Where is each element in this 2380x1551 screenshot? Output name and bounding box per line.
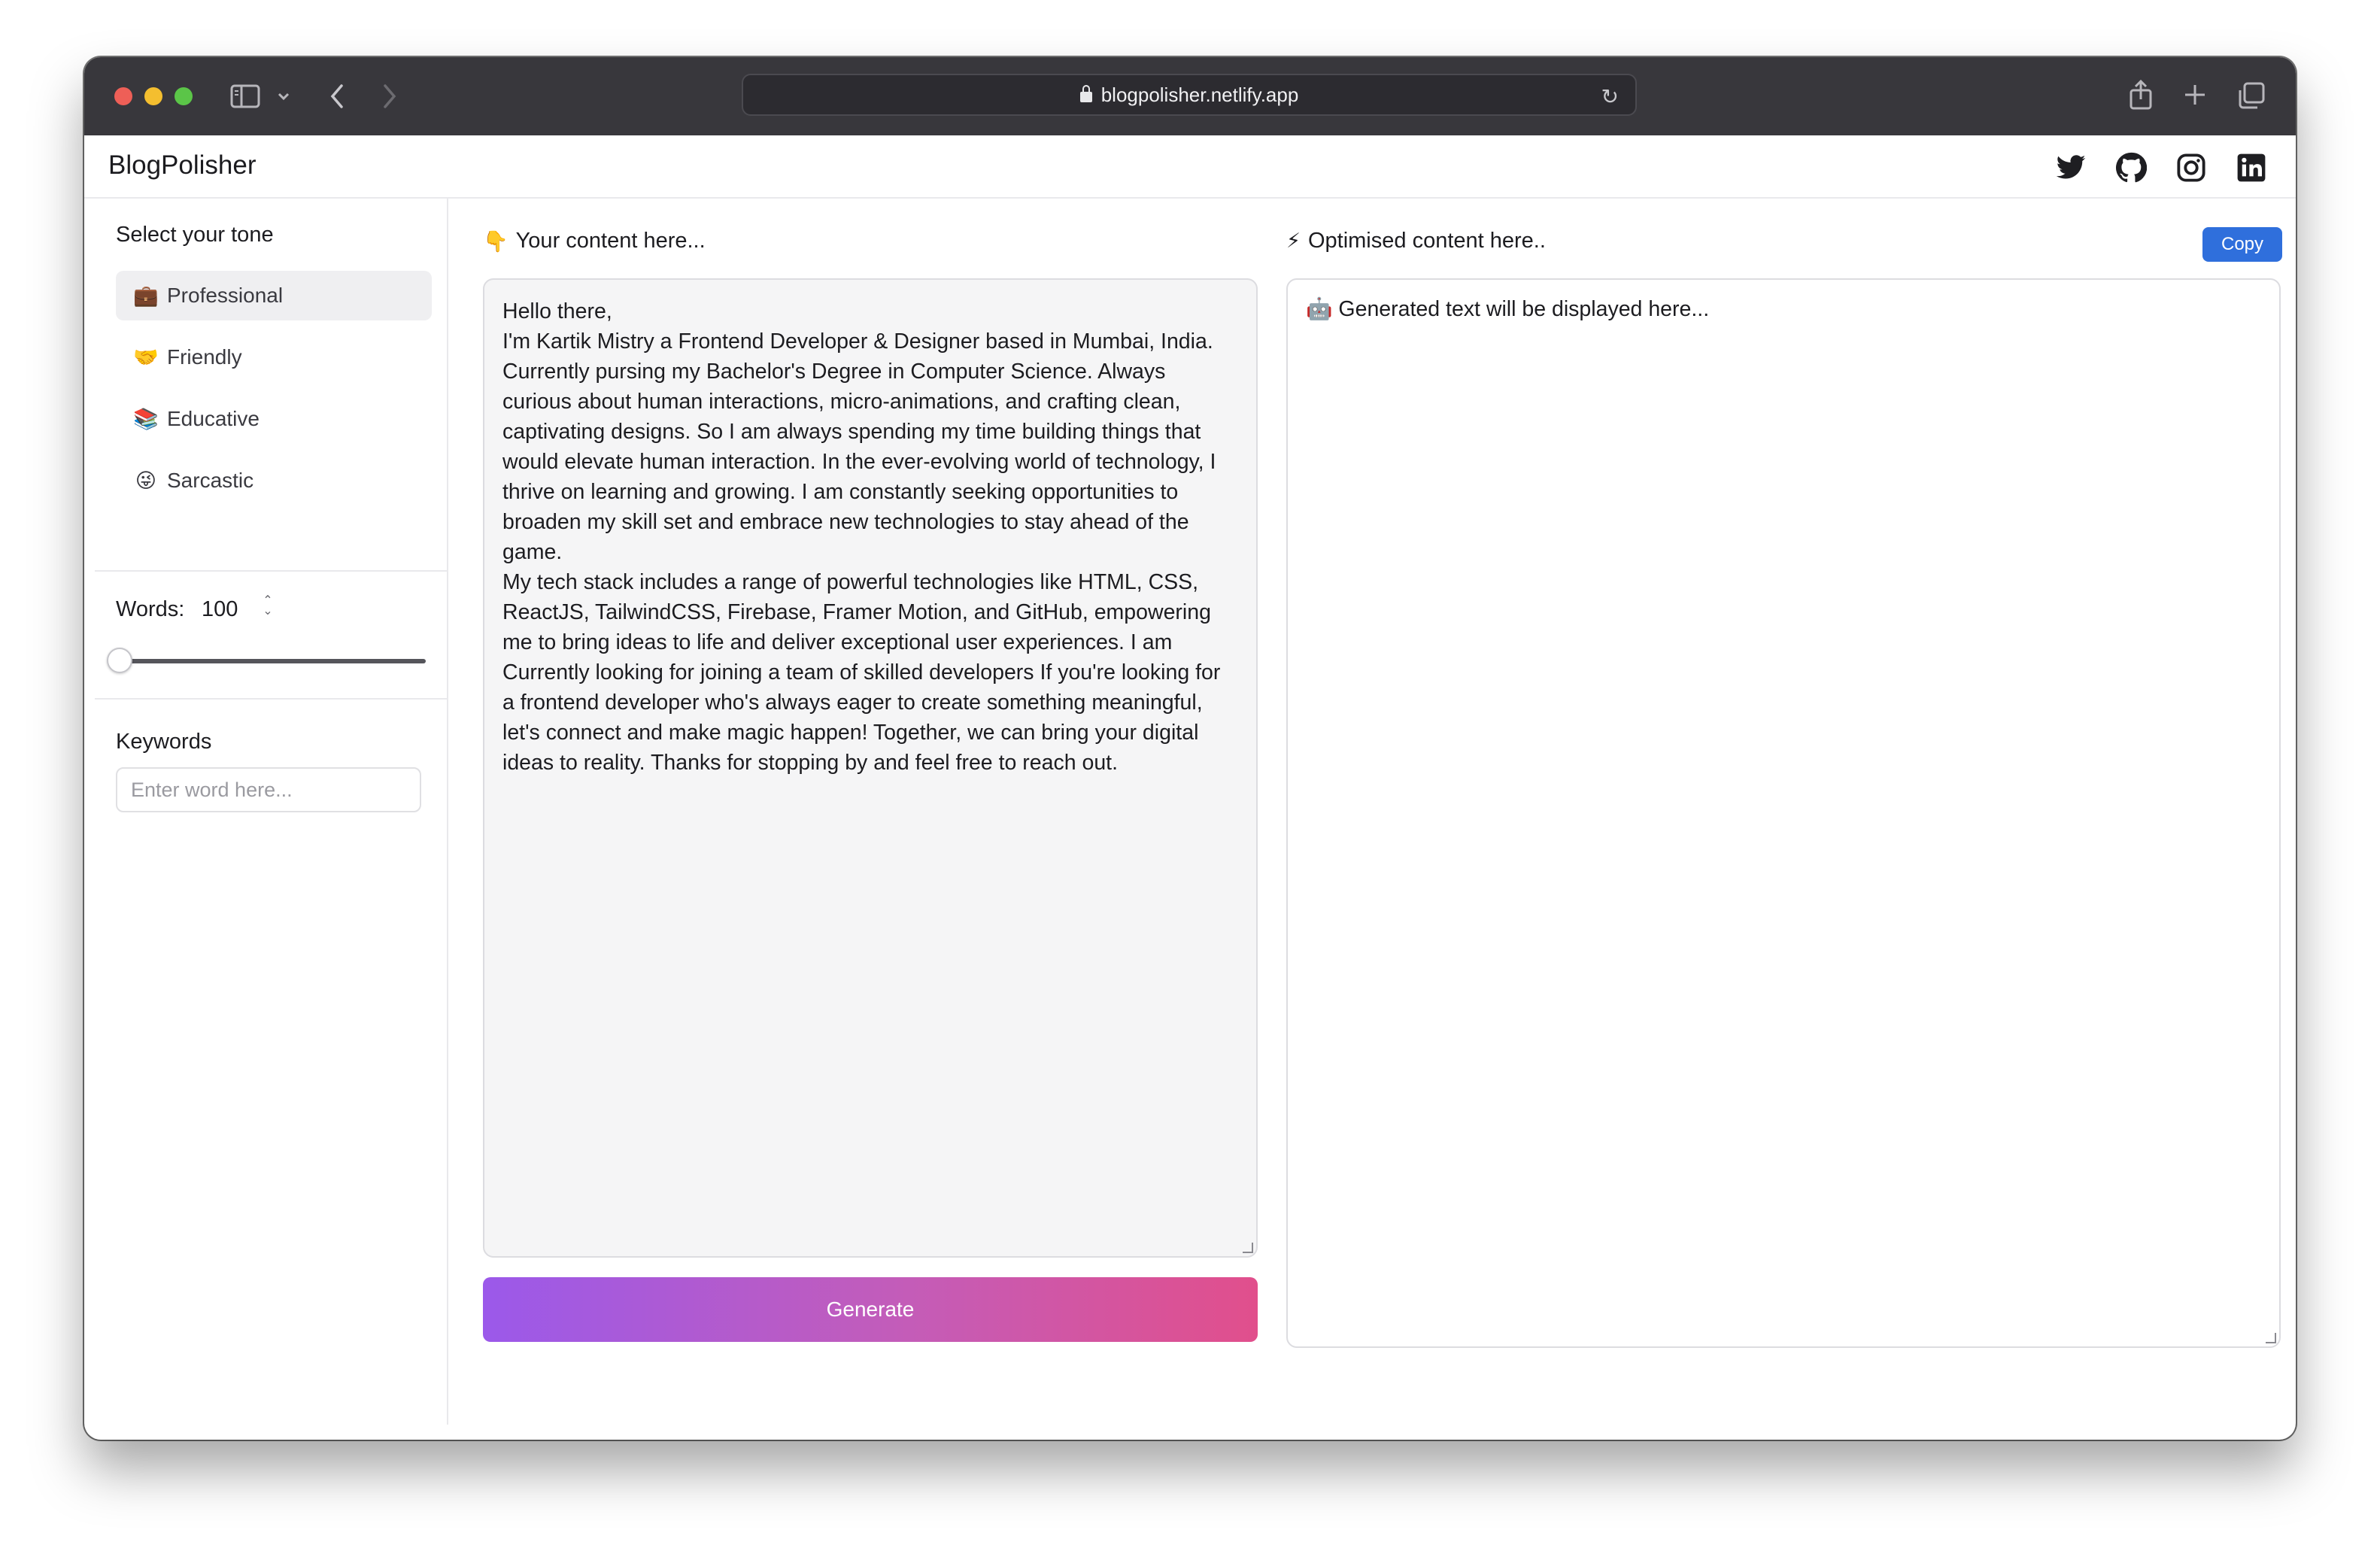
tab-overview-icon[interactable] — [2237, 81, 2266, 110]
divider — [95, 570, 448, 572]
share-icon[interactable] — [2127, 78, 2154, 111]
reload-icon[interactable]: ↻ — [1601, 84, 1619, 109]
address-bar[interactable]: blogpolisher.netlify.app ↻ — [742, 74, 1637, 116]
input-panel-title: Your content here... — [515, 229, 706, 253]
robot-icon: 🤖 — [1306, 297, 1333, 321]
lightning-icon: ⚡ — [1286, 229, 1301, 252]
output-panel-label: ⚡ Optimised content here.. — [1286, 229, 1546, 253]
tone-option-friendly[interactable]: 🤝 Friendly — [116, 332, 432, 382]
minimize-window-button[interactable] — [144, 87, 162, 105]
tone-option-professional[interactable]: 💼 Professional — [116, 271, 432, 320]
close-window-button[interactable] — [114, 87, 132, 105]
words-label: Words: — [116, 597, 185, 621]
output-panel-title: Optimised content here.. — [1307, 229, 1546, 253]
resize-handle-icon[interactable] — [1243, 1243, 1253, 1253]
instagram-icon[interactable] — [2175, 152, 2207, 184]
pointing-down-icon: 👇 — [483, 229, 508, 253]
brand-logo[interactable]: BlogPolisher — [108, 150, 257, 181]
tone-section-title: Select your tone — [116, 223, 274, 247]
browser-titlebar: blogpolisher.netlify.app ↻ — [84, 57, 2296, 135]
tone-label: Sarcastic — [167, 469, 254, 492]
output-textarea[interactable]: 🤖 Generated text will be displayed here.… — [1286, 278, 2281, 1348]
divider — [95, 698, 448, 700]
tone-option-sarcastic[interactable]: 😜 Sarcastic — [116, 456, 432, 505]
words-slider-thumb[interactable] — [107, 648, 132, 673]
github-icon[interactable] — [2115, 152, 2147, 184]
chevron-down-icon[interactable] — [277, 92, 290, 101]
twitter-icon[interactable] — [2055, 152, 2087, 184]
resize-handle-icon[interactable] — [2266, 1333, 2276, 1343]
handshake-icon: 🤝 — [133, 346, 159, 369]
generate-button[interactable]: Generate — [483, 1277, 1258, 1342]
words-stepper-icon[interactable]: ⌃ ⌄ — [259, 595, 277, 623]
input-panel-label: 👇 Your content here... — [483, 229, 706, 253]
tone-label: Friendly — [167, 345, 242, 369]
forward-arrow-icon[interactable] — [381, 83, 399, 110]
books-icon: 📚 — [133, 408, 159, 430]
maximize-window-button[interactable] — [175, 87, 193, 105]
tone-label: Educative — [167, 407, 260, 430]
tone-option-educative[interactable]: 📚 Educative — [116, 394, 432, 444]
words-count-input[interactable]: 100 — [202, 597, 238, 622]
linkedin-icon[interactable] — [2236, 152, 2267, 184]
tone-label: Professional — [167, 284, 284, 307]
output-placeholder-text: Generated text will be displayed here... — [1338, 297, 1710, 321]
back-arrow-icon[interactable] — [328, 83, 346, 110]
new-tab-icon[interactable] — [2183, 83, 2207, 107]
keywords-input[interactable] — [116, 767, 421, 812]
url-text: blogpolisher.netlify.app — [1100, 83, 1299, 106]
copy-button[interactable]: Copy — [2202, 227, 2282, 262]
lock-icon — [1079, 85, 1092, 102]
keywords-label: Keywords — [116, 730, 212, 754]
sidebar: Select your tone 💼 Professional 🤝 Friend… — [95, 199, 448, 1425]
briefcase-icon: 💼 — [133, 284, 159, 307]
sidebar-toggle-icon[interactable] — [230, 84, 260, 108]
browser-window: blogpolisher.netlify.app ↻ BlogPolisher — [84, 57, 2296, 1440]
content-textarea[interactable]: Hello there, I'm Kartik Mistry a Fronten… — [483, 278, 1258, 1258]
words-slider-track[interactable] — [122, 659, 426, 663]
app-header: BlogPolisher — [84, 135, 2296, 199]
winking-face-icon: 😜 — [135, 469, 157, 492]
